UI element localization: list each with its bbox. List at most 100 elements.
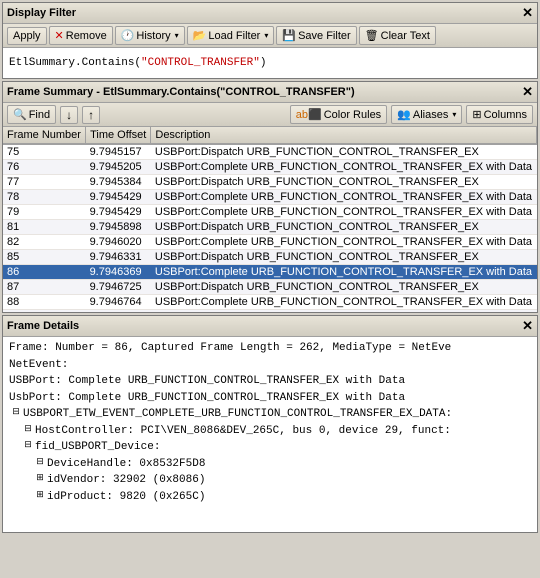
aliases-icon: 👥 xyxy=(397,108,411,121)
arrow-up-button[interactable]: ↑ xyxy=(82,106,100,124)
detail-line: ⊟fid_USBPORT_Device: xyxy=(21,439,531,456)
table-row[interactable]: 819.7945898USBPort:Dispatch URB_FUNCTION… xyxy=(3,220,537,235)
tree-expand-icon[interactable]: ⊟ xyxy=(21,423,35,437)
filter-text-paren: ) xyxy=(260,57,267,69)
load-filter-button[interactable]: 📂 Load Filter ▾ xyxy=(187,26,275,45)
cell-description: USBPort:Complete URB_FUNCTION_CONTROL_TR… xyxy=(151,160,537,175)
cell-frame-number: 75 xyxy=(3,144,86,160)
cell-time-offset: 9.7945429 xyxy=(86,190,151,205)
frame-table-body: 759.7945157USBPort:Dispatch URB_FUNCTION… xyxy=(3,144,537,312)
cell-frame-number: 78 xyxy=(3,190,86,205)
tree-expand-icon[interactable]: ⊟ xyxy=(9,406,23,420)
cell-description: USBPort:Complete URB_FUNCTION_CONTROL_TR… xyxy=(151,295,537,310)
cell-description: USBPort:Dispatch URB_FUNCTION_CONTROL_TR… xyxy=(151,144,537,160)
table-row[interactable]: 889.7946764USBPort:Complete URB_FUNCTION… xyxy=(3,295,537,310)
clear-text-button[interactable]: 🗑 Clear Text xyxy=(359,26,436,45)
cell-description: USBPort:Dispatch URB_FUNCTION_CONTROL_TR… xyxy=(151,175,537,190)
cell-description: USBPort:Complete URB_FUNCTION_CONTROL_TR… xyxy=(151,190,537,205)
close-icon[interactable]: ✕ xyxy=(522,5,533,21)
col-frame-number: Frame Number xyxy=(3,127,86,144)
close-icon-summary[interactable]: ✕ xyxy=(522,84,533,100)
cell-time-offset: 9.7946331 xyxy=(86,250,151,265)
table-row[interactable]: 789.7945429USBPort:Complete URB_FUNCTION… xyxy=(3,190,537,205)
tree-item-text: idProduct: 9820 (0x265C) xyxy=(47,489,205,506)
color-rules-button[interactable]: ab⬛ Color Rules xyxy=(290,105,387,124)
cell-time-offset: 9.7945157 xyxy=(86,144,151,160)
table-row[interactable]: 779.7945384USBPort:Dispatch URB_FUNCTION… xyxy=(3,175,537,190)
cell-frame-number: 88 xyxy=(3,295,86,310)
cell-time-offset: 9.7947004 xyxy=(86,310,151,313)
table-row[interactable]: 879.7946725USBPort:Dispatch URB_FUNCTION… xyxy=(3,280,537,295)
cell-description: USBPort:Dispatch URB_FUNCTION_CONTROL_TR… xyxy=(151,220,537,235)
frame-table: Frame Number Time Offset Description 759… xyxy=(3,127,537,312)
close-icon-details[interactable]: ✕ xyxy=(522,318,533,334)
display-filter-panel: Display Filter ✕ Apply ✕ Remove 🕐 Histor… xyxy=(2,2,538,79)
table-row[interactable]: 869.7946369USBPort:Complete URB_FUNCTION… xyxy=(3,265,537,280)
cell-frame-number: 77 xyxy=(3,175,86,190)
tree-expand-icon[interactable]: ⊟ xyxy=(21,439,35,453)
tree-item-text: HostController: PCI\VEN_8086&DEV_265C, b… xyxy=(35,423,451,440)
aliases-button[interactable]: 👥 Aliases ▾ xyxy=(391,105,462,124)
detail-line: NetEvent: xyxy=(9,357,531,374)
cell-frame-number: 85 xyxy=(3,250,86,265)
aliases-dropdown-arrow: ▾ xyxy=(452,110,456,119)
cell-description: USBPort:Complete URB_FUNCTION_CONTROL_TR… xyxy=(151,205,537,220)
find-icon: 🔍 xyxy=(13,108,27,121)
filter-text-red: "CONTROL_TRANSFER" xyxy=(141,57,260,69)
cell-frame-number: 82 xyxy=(3,235,86,250)
save-filter-button[interactable]: 💾 Save Filter xyxy=(276,26,356,45)
cell-time-offset: 9.7946369 xyxy=(86,265,151,280)
history-button[interactable]: 🕐 History ▾ xyxy=(115,26,185,45)
clear-icon: 🗑 xyxy=(365,29,379,42)
tree-item-text: USBPORT_ETW_EVENT_COMPLETE_URB_FUNCTION_… xyxy=(23,406,452,423)
load-icon: 📂 xyxy=(193,29,207,42)
detail-line: Frame: Number = 86, Captured Frame Lengt… xyxy=(9,340,531,357)
display-filter-title: Display Filter xyxy=(7,7,76,19)
table-row[interactable]: 799.7945429USBPort:Complete URB_FUNCTION… xyxy=(3,205,537,220)
cell-frame-number: 89 xyxy=(3,310,86,313)
color-rules-icon: ab⬛ xyxy=(296,108,322,121)
table-row[interactable]: 769.7945205USBPort:Complete URB_FUNCTION… xyxy=(3,160,537,175)
cell-frame-number: 86 xyxy=(3,265,86,280)
columns-button[interactable]: ⊞ Columns xyxy=(466,105,533,124)
tree-expand-icon[interactable]: ⊟ xyxy=(33,456,47,470)
cell-time-offset: 9.7945429 xyxy=(86,205,151,220)
frame-summary-panel: Frame Summary - EtlSummary.Contains("CON… xyxy=(2,81,538,313)
frame-details-content[interactable]: Frame: Number = 86, Captured Frame Lengt… xyxy=(3,337,537,532)
frame-table-container[interactable]: Frame Number Time Offset Description 759… xyxy=(3,127,537,312)
col-time-offset: Time Offset xyxy=(86,127,151,144)
arrow-down-button[interactable]: ↓ xyxy=(60,106,78,124)
cell-frame-number: 81 xyxy=(3,220,86,235)
detail-line: ⊟HostController: PCI\VEN_8086&DEV_265C, … xyxy=(21,423,531,440)
col-description: Description xyxy=(151,127,537,144)
remove-icon: ✕ xyxy=(55,29,64,42)
tree-item-text: DeviceHandle: 0x8532F5D8 xyxy=(47,456,205,473)
tree-expand-icon[interactable]: ⊞ xyxy=(33,472,47,486)
frame-summary-toolbar: 🔍 Find ↓ ↑ ab⬛ Color Rules 👥 Aliases ▾ ⊞… xyxy=(3,103,537,127)
apply-button[interactable]: Apply xyxy=(7,27,47,45)
cell-frame-number: 76 xyxy=(3,160,86,175)
detail-line: ⊞idProduct: 9820 (0x265C) xyxy=(33,489,531,506)
cell-frame-number: 79 xyxy=(3,205,86,220)
tree-item-text: idVendor: 32902 (0x8086) xyxy=(47,472,205,489)
history-icon: 🕐 xyxy=(121,29,135,42)
cell-description: USBPort:Dispatch URB_FUNCTION_CONTROL_TR… xyxy=(151,280,537,295)
frame-details-header: Frame Details ✕ xyxy=(3,316,537,337)
load-filter-dropdown-arrow: ▾ xyxy=(264,31,268,40)
table-row[interactable]: 899.7947004USBPort:Dispatch URB_FUNCTION… xyxy=(3,310,537,313)
find-button[interactable]: 🔍 Find xyxy=(7,105,56,124)
frame-details-panel: Frame Details ✕ Frame: Number = 86, Capt… xyxy=(2,315,538,533)
cell-time-offset: 9.7946725 xyxy=(86,280,151,295)
detail-line: UsbPort: Complete URB_FUNCTION_CONTROL_T… xyxy=(9,390,531,407)
filter-text-static: EtlSummary.Contains( xyxy=(9,57,141,69)
table-row[interactable]: 859.7946331USBPort:Dispatch URB_FUNCTION… xyxy=(3,250,537,265)
table-row[interactable]: 829.7946020USBPort:Complete URB_FUNCTION… xyxy=(3,235,537,250)
tree-expand-icon[interactable]: ⊞ xyxy=(33,489,47,503)
table-row[interactable]: 759.7945157USBPort:Dispatch URB_FUNCTION… xyxy=(3,144,537,160)
filter-input-area[interactable]: EtlSummary.Contains("CONTROL_TRANSFER") xyxy=(3,48,537,78)
remove-button[interactable]: ✕ Remove xyxy=(49,26,113,45)
detail-line: USBPort: Complete URB_FUNCTION_CONTROL_T… xyxy=(9,373,531,390)
tree-item-text: fid_USBPORT_Device: xyxy=(35,439,160,456)
cell-description: USBPort:Dispatch URB_FUNCTION_CONTROL_TR… xyxy=(151,310,537,313)
table-header-row: Frame Number Time Offset Description xyxy=(3,127,537,144)
